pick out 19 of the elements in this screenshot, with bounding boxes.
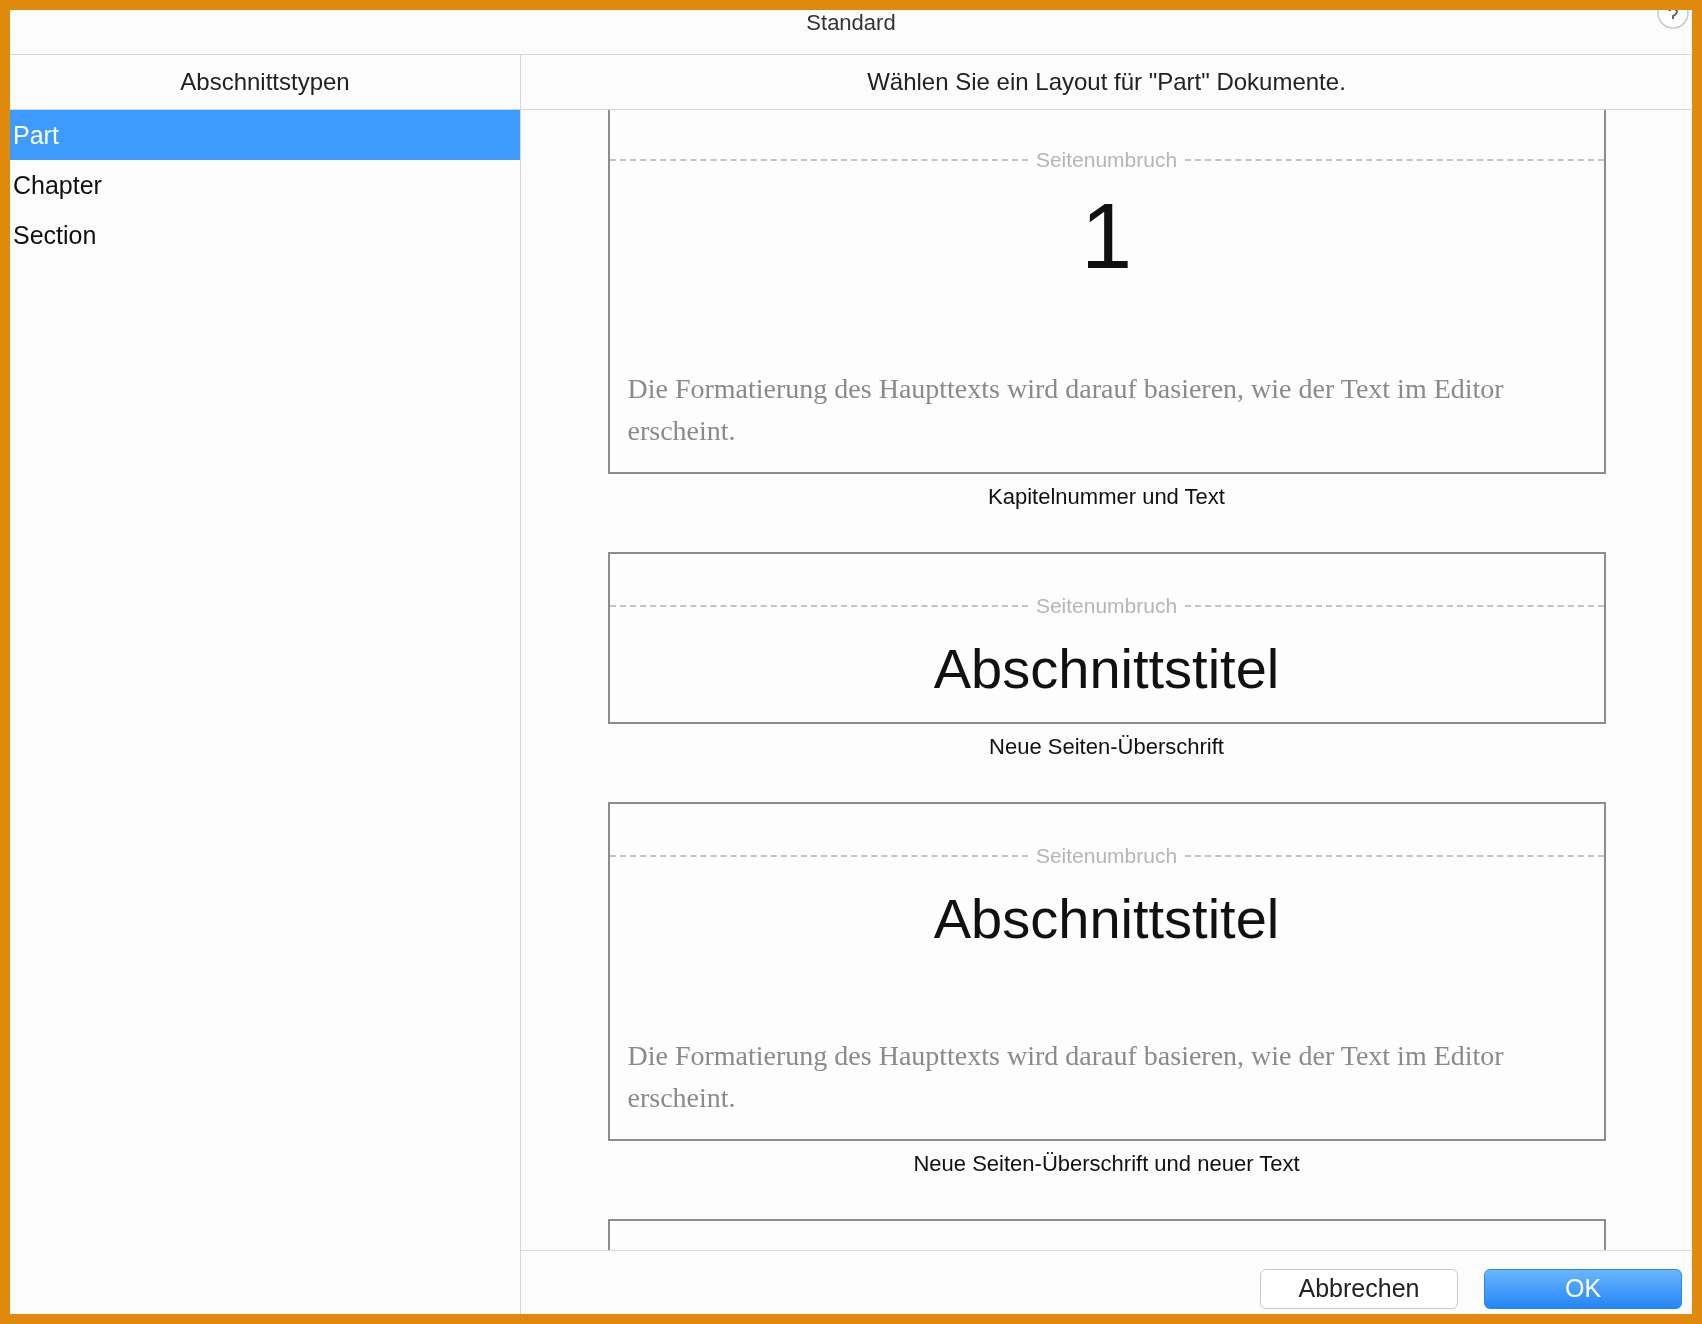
preview-heading: 1 bbox=[1079, 184, 1134, 289]
layout-preview-card[interactable]: Seitenumbruch Abschnittstitel bbox=[607, 552, 1606, 724]
layout-preview-card[interactable]: Seitenumbruch 1 Die Formatierung des Haupttexts wird darauf basieren, wie der Text im Editor erscheint. bbox=[607, 110, 1606, 474]
section-type-item[interactable]: Section bbox=[10, 210, 520, 260]
page-break-label: Seitenumbruch bbox=[1035, 843, 1178, 868]
page-break-label: Seitenumbruch bbox=[1035, 148, 1178, 172]
preview-body-text: Die Formatierung des Haupttexts wird darauf basieren, wie der Text im Editor erscheint. bbox=[626, 1039, 1505, 1116]
preview-heading: Abschnittstitel bbox=[932, 885, 1281, 952]
cancel-button[interactable]: Abbrechen bbox=[1260, 1268, 1458, 1309]
preview-heading: Abschnittstitel bbox=[932, 636, 1281, 702]
section-type-item[interactable]: Chapter bbox=[10, 160, 520, 210]
window-title: Standard bbox=[806, 12, 896, 37]
help-icon[interactable] bbox=[1656, 10, 1690, 30]
page-break-label: Seitenumbruch bbox=[1035, 594, 1178, 618]
layout-caption: Neue Seiten-Überschrift bbox=[989, 733, 1224, 760]
layout-caption: Neue Seiten-Überschrift und neuer Text bbox=[913, 1151, 1300, 1178]
layout-caption: Kapitelnummer und Text bbox=[988, 484, 1225, 510]
preview-body-text: Die Formatierung des Haupttexts wird darauf basieren, wie der Text im Editor erscheint. bbox=[626, 372, 1505, 448]
layout-preview-card[interactable]: Seitenumbruch Abschnittstitel Die Formatierung des Haupttexts wird darauf basieren, wie der Text im Editor erscheint. bbox=[607, 801, 1606, 1142]
